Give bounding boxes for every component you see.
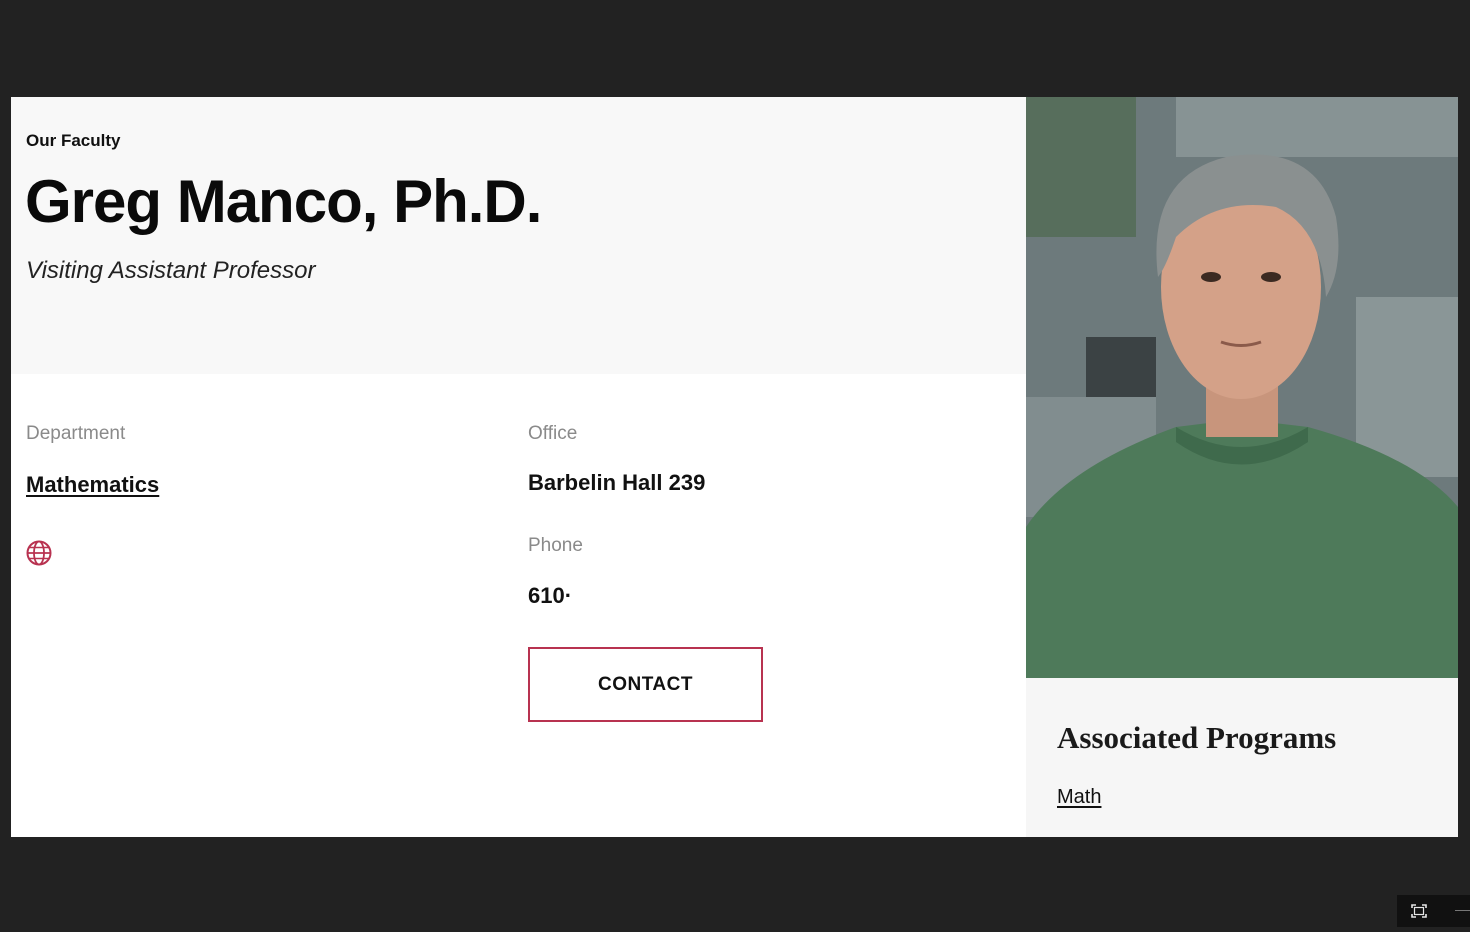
faculty-photo [1026, 97, 1458, 678]
department-link[interactable]: Mathematics [26, 472, 159, 498]
office-value: Barbelin Hall 239 [528, 470, 706, 495]
program-link-math[interactable]: Math [1057, 786, 1101, 809]
contact-button[interactable]: CONTACT [528, 647, 763, 722]
page-title: Greg Manco, Ph.D. [25, 168, 542, 235]
faculty-profile-card: Our Faculty Greg Manco, Ph.D. Visiting A… [11, 97, 1458, 837]
faculty-title: Visiting Assistant Professor [26, 257, 316, 284]
office-label: Office [528, 423, 578, 444]
fullscreen-icon[interactable] [1411, 904, 1427, 918]
department-label: Department [26, 423, 126, 444]
control-divider [1455, 910, 1470, 911]
associated-programs-title: Associated Programs [1057, 720, 1337, 755]
associated-programs-panel: Associated Programs Math [1026, 678, 1458, 837]
phone-label: Phone [528, 535, 583, 556]
eyebrow-label: Our Faculty [26, 131, 121, 150]
portrait-illustration [1026, 97, 1458, 678]
phone-value: 610· [528, 583, 573, 608]
viewer-control-bar [1397, 895, 1470, 927]
profile-header: Our Faculty Greg Manco, Ph.D. Visiting A… [11, 97, 1026, 374]
globe-icon[interactable] [25, 539, 53, 567]
